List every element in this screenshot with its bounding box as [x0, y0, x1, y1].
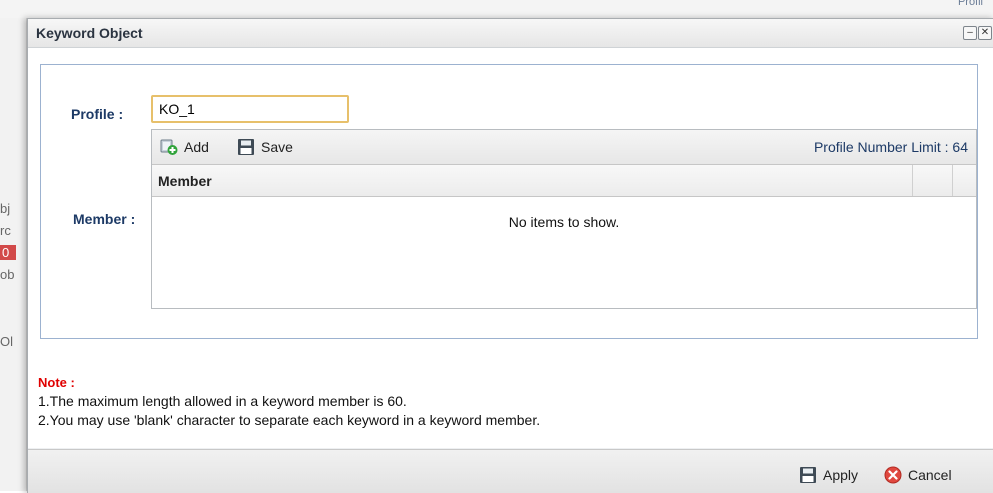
save-icon [800, 467, 816, 483]
profile-number-limit: Profile Number Limit : 64 [813, 139, 968, 155]
close-icon[interactable]: ✕ [978, 26, 992, 40]
column-divider [952, 165, 953, 196]
apply-label: Apply [823, 467, 859, 483]
background-fragment: ob [0, 267, 15, 282]
minimize-icon[interactable]: – [963, 26, 977, 40]
cancel-label: Cancel [908, 467, 952, 483]
dialog-titlebar[interactable]: Keyword Object – ✕ [28, 19, 993, 48]
empty-grid-message: No items to show. [508, 214, 620, 230]
background-profile-fragment: Profil [957, 0, 983, 8]
note-title: Note : [38, 375, 75, 390]
dialog-body: Profile : Member : Add [28, 48, 993, 448]
add-button[interactable]: Add [160, 138, 209, 156]
profile-label: Profile : [71, 106, 124, 122]
add-icon [160, 139, 178, 155]
background-fragment: bj [0, 201, 11, 216]
add-label: Add [184, 139, 209, 155]
save-label: Save [261, 139, 293, 155]
background-fragment: Ol [0, 334, 13, 349]
cancel-button[interactable]: Cancel [884, 466, 952, 484]
apply-button[interactable]: Apply [799, 466, 858, 484]
note-line: 1.The maximum length allowed in a keywor… [38, 393, 407, 409]
grid-toolbar: Add Save Profile Number Limit : 64 [152, 130, 976, 165]
column-divider [912, 165, 913, 196]
save-icon [238, 139, 254, 155]
background-toolbar: Profil [0, 0, 993, 18]
dialog-title: Keyword Object [36, 25, 143, 41]
keyword-object-dialog: Keyword Object – ✕ Profile : Member : [27, 18, 993, 493]
profile-panel: Profile : Member : Add [40, 64, 978, 339]
background-fragment: 0 [0, 245, 16, 260]
save-button[interactable]: Save [237, 138, 293, 156]
member-label: Member : [73, 211, 136, 227]
background-sidebar: bj rc 0 ob Ol [0, 18, 27, 491]
column-header-member[interactable]: Member [158, 173, 212, 189]
dialog-footer: Apply Cancel [28, 449, 993, 493]
member-grid: Add Save Profile Number Limit : 64 Membe… [151, 129, 977, 309]
profile-input[interactable] [151, 95, 349, 123]
grid-header: Member [152, 165, 976, 197]
cancel-icon [884, 466, 902, 484]
background-fragment: rc [0, 223, 11, 238]
note-line: 2.You may use 'blank' character to separ… [38, 412, 541, 428]
